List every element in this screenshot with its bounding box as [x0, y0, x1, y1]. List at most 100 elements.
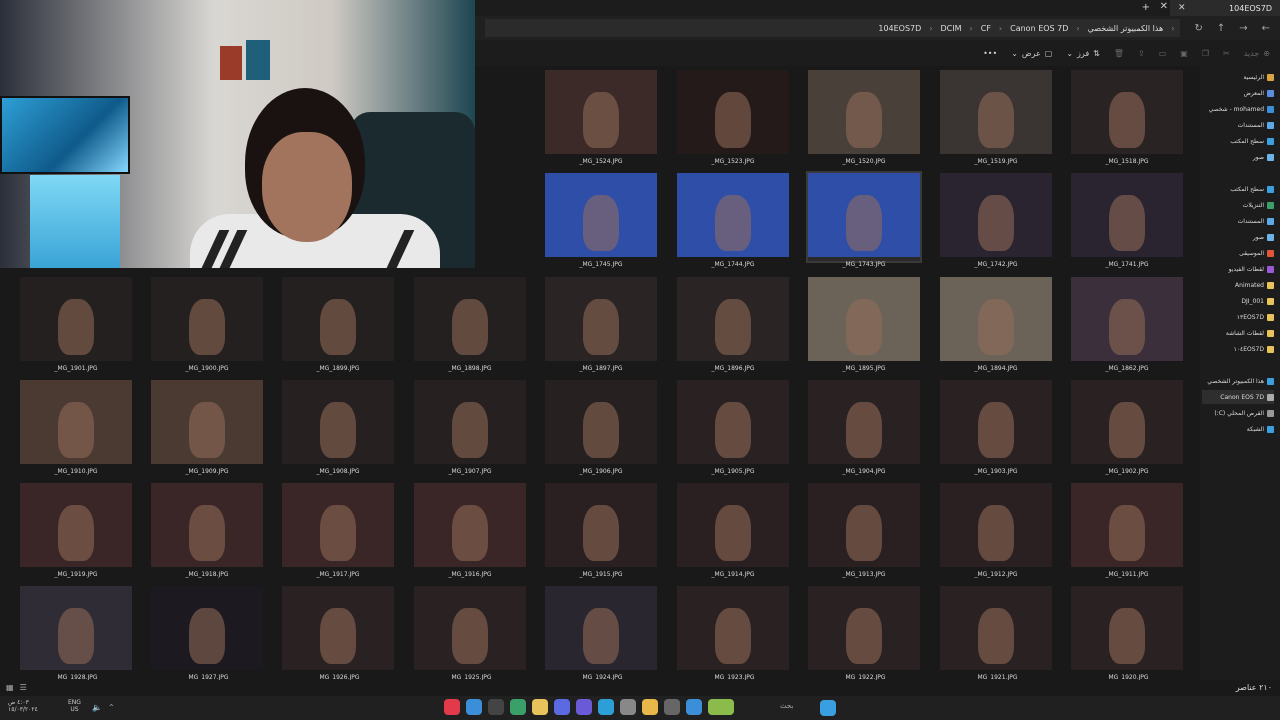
app-icon[interactable] — [620, 699, 636, 715]
sidebar-item[interactable]: التنزيلات — [1202, 198, 1274, 212]
photo-thumbnail[interactable]: _MG_1927.JPG — [151, 586, 263, 680]
back-icon[interactable]: ← — [1262, 23, 1270, 34]
sidebar-item[interactable]: الموسيقى — [1202, 246, 1274, 260]
photo-thumbnail[interactable]: _MG_1518.JPG — [1071, 70, 1183, 165]
photo-thumbnail[interactable]: _MG_1895.JPG — [808, 277, 920, 372]
sidebar-item[interactable]: المستندات — [1202, 214, 1274, 228]
file-explorer-icon[interactable] — [642, 699, 658, 715]
app-icon[interactable] — [466, 699, 482, 715]
app-icon[interactable] — [686, 699, 702, 715]
chrome-icon[interactable] — [510, 699, 526, 715]
photo-thumbnail[interactable]: _MG_1745.JPG — [545, 173, 657, 268]
photo-thumbnail[interactable]: _MG_1924.JPG — [545, 586, 657, 680]
photo-thumbnail[interactable]: _MG_1908.JPG — [282, 380, 394, 475]
sidebar-item[interactable]: DJI_001 — [1202, 294, 1274, 308]
sidebar-item[interactable]: المعرض — [1202, 86, 1274, 100]
breadcrumb[interactable]: ‹ هذا الكمبيوتر الشخصي ‹ Canon EOS 7D ‹ … — [485, 19, 1181, 37]
photo-thumbnail[interactable]: _MG_1524.JPG — [545, 70, 657, 165]
clock[interactable]: ٤:٠٣ ص ١٥/٠٣/٢٠٢٤ — [8, 699, 38, 713]
paste-icon[interactable]: ▣ — [1180, 49, 1188, 58]
volume-icon[interactable]: 🔈 — [92, 703, 102, 712]
close-icon[interactable]: ✕ — [1178, 3, 1186, 13]
photo-thumbnail[interactable]: _MG_1862.JPG — [1071, 277, 1183, 372]
share-icon[interactable]: ⇪ — [1138, 49, 1145, 58]
photo-thumbnail[interactable]: _MG_1925.JPG — [414, 586, 526, 680]
sidebar-item[interactable]: سطح المكتب — [1202, 182, 1274, 196]
forward-icon[interactable]: → — [1239, 23, 1247, 34]
more-button[interactable]: ••• — [983, 49, 997, 58]
photo-thumbnail[interactable]: _MG_1916.JPG — [414, 483, 526, 578]
sidebar-item[interactable]: mohamed - شخصي — [1202, 102, 1274, 116]
chevron-up-icon[interactable]: ⌃ — [108, 703, 115, 712]
start-icon[interactable] — [820, 700, 836, 716]
photo-thumbnail[interactable]: _MG_1904.JPG — [808, 380, 920, 475]
sidebar-item[interactable]: ١٠٤EOS7D — [1202, 342, 1274, 356]
breadcrumb-dcim[interactable]: DCIM — [941, 24, 962, 33]
photo-thumbnail[interactable]: _MG_1900.JPG — [151, 277, 263, 372]
photo-thumbnail[interactable]: _MG_1907.JPG — [414, 380, 526, 475]
sidebar-item[interactable]: Animated — [1202, 278, 1274, 292]
photo-thumbnail[interactable]: _MG_1920.JPG — [1071, 586, 1183, 680]
photo-thumbnail[interactable]: _MG_1928.JPG — [20, 586, 132, 680]
photo-thumbnail[interactable]: _MG_1744.JPG — [677, 173, 789, 268]
photo-thumbnail[interactable]: _MG_1915.JPG — [545, 483, 657, 578]
photo-thumbnail[interactable]: _MG_1523.JPG — [677, 70, 789, 165]
sidebar-item[interactable]: المستندات — [1202, 118, 1274, 132]
tiktok-icon[interactable] — [444, 699, 460, 715]
app-icon[interactable] — [664, 699, 680, 715]
taskbar-search[interactable]: بحث — [780, 702, 793, 710]
photo-thumbnail[interactable]: _MG_1918.JPG — [151, 483, 263, 578]
details-view-icon[interactable]: ☰ — [20, 683, 27, 692]
photo-thumbnail[interactable]: _MG_1912.JPG — [940, 483, 1052, 578]
cut-icon[interactable]: ✂ — [1223, 49, 1230, 58]
photo-thumbnail[interactable]: _MG_1520.JPG — [808, 70, 920, 165]
sidebar-item[interactable]: ١٣EOS7D — [1202, 310, 1274, 324]
view-button[interactable]: ▢ عرض ⌄ — [1011, 49, 1052, 58]
copy-icon[interactable]: ❐ — [1202, 49, 1209, 58]
app-icon[interactable] — [488, 699, 504, 715]
sidebar-item[interactable]: Canon EOS 7D — [1202, 390, 1274, 404]
delete-icon[interactable]: 🗑 — [1114, 49, 1124, 58]
tab-close-icon[interactable]: ✕ — [1160, 1, 1168, 12]
tab-104eos7d[interactable]: 104EOS7D ✕ — [1170, 0, 1280, 16]
rename-icon[interactable]: ▭ — [1159, 49, 1167, 58]
discord-icon[interactable] — [554, 699, 570, 715]
sort-button[interactable]: ⇅ فرز ⌄ — [1066, 49, 1100, 58]
photo-thumbnail[interactable]: _MG_1903.JPG — [940, 380, 1052, 475]
photo-thumbnail[interactable]: _MG_1519.JPG — [940, 70, 1052, 165]
sidebar-item[interactable]: سطح المكتب — [1202, 134, 1274, 148]
photo-thumbnail[interactable]: _MG_1926.JPG — [282, 586, 394, 680]
photo-thumbnail[interactable]: _MG_1914.JPG — [677, 483, 789, 578]
sidebar-item[interactable]: الرئيسية — [1202, 70, 1274, 84]
photo-thumbnail[interactable]: _MG_1923.JPG — [677, 586, 789, 680]
breadcrumb-folder[interactable]: 104EOS7D — [878, 24, 921, 33]
sidebar-item[interactable]: الشبكة — [1202, 422, 1274, 436]
photo-thumbnail[interactable]: _MG_1922.JPG — [808, 586, 920, 680]
sidebar-item[interactable]: القرص المحلي (C:) — [1202, 406, 1274, 420]
sidebar-item[interactable]: صور — [1202, 150, 1274, 164]
photo-thumbnail[interactable]: _MG_1743.JPG — [806, 171, 922, 268]
photo-thumbnail[interactable]: _MG_1898.JPG — [414, 277, 526, 372]
photo-thumbnail[interactable]: _MG_1921.JPG — [940, 586, 1052, 680]
new-button[interactable]: ⊕ جديد — [1244, 49, 1270, 58]
photo-thumbnail[interactable]: _MG_1742.JPG — [940, 173, 1052, 268]
tiles-view-icon[interactable]: ▦ — [6, 683, 14, 692]
sidebar-item[interactable]: هذا الكمبيوتر الشخصي — [1202, 374, 1274, 388]
photo-thumbnail[interactable]: _MG_1906.JPG — [545, 380, 657, 475]
photo-thumbnail[interactable]: _MG_1910.JPG — [20, 380, 132, 475]
edge-icon[interactable] — [598, 699, 614, 715]
photo-thumbnail[interactable]: _MG_1905.JPG — [677, 380, 789, 475]
photo-thumbnail[interactable]: _MG_1919.JPG — [20, 483, 132, 578]
photo-thumbnail[interactable]: _MG_1917.JPG — [282, 483, 394, 578]
breadcrumb-cf[interactable]: CF — [981, 24, 991, 33]
photo-thumbnail[interactable]: _MG_1902.JPG — [1071, 380, 1183, 475]
photo-thumbnail[interactable]: _MG_1897.JPG — [545, 277, 657, 372]
widget-icon[interactable] — [708, 699, 734, 715]
app-icon[interactable] — [576, 699, 592, 715]
language-indicator[interactable]: ENG US — [68, 699, 81, 713]
sidebar-item[interactable]: لقطات الفيديو — [1202, 262, 1274, 276]
new-tab-button[interactable]: + — [1142, 2, 1150, 13]
photo-thumbnail[interactable]: _MG_1901.JPG — [20, 277, 132, 372]
photo-thumbnail[interactable]: _MG_1909.JPG — [151, 380, 263, 475]
up-icon[interactable]: ↑ — [1217, 23, 1225, 34]
